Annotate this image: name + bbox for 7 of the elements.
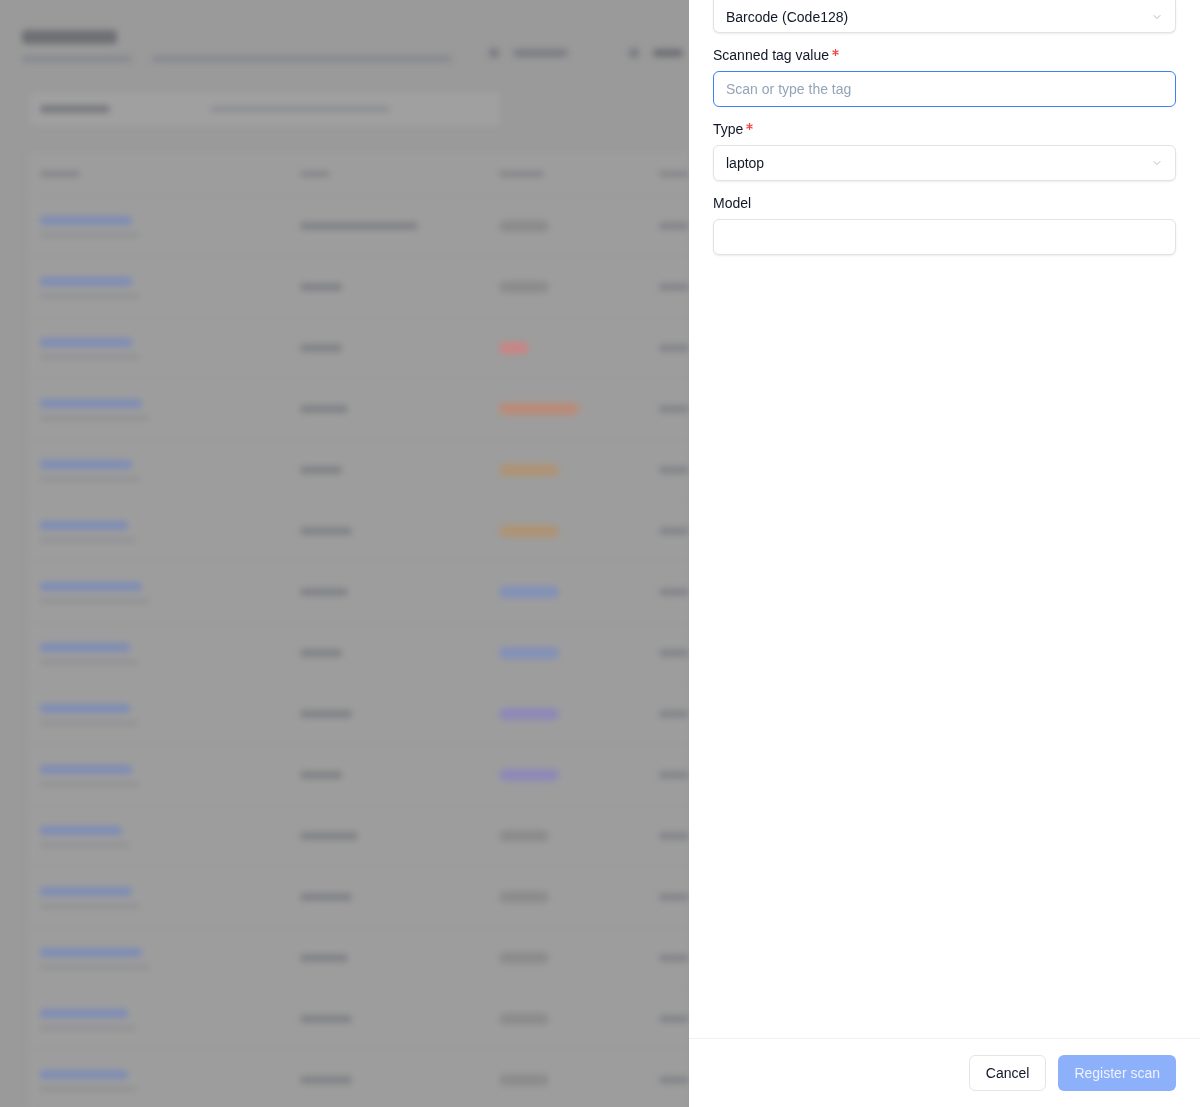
text-field[interactable]: Scan or type the tag xyxy=(713,71,1176,107)
cancel-button[interactable]: Cancel xyxy=(968,1055,1047,1091)
field-label: Type xyxy=(713,119,744,139)
select-field[interactable]: Barcode (Code128) xyxy=(713,0,1176,33)
field-label: Scanned tag value xyxy=(713,45,829,65)
select-field[interactable]: laptop xyxy=(713,145,1176,181)
field-label: Model xyxy=(713,193,752,213)
